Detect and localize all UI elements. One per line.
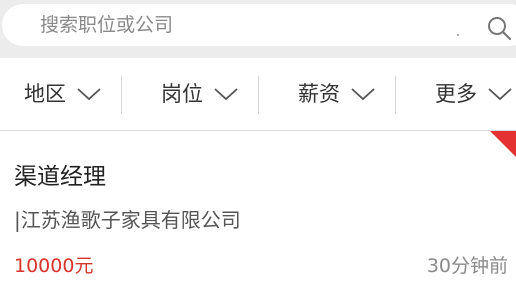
filter-bar: 地区 岗位 薪资 更多	[0, 58, 516, 131]
divider	[121, 76, 122, 114]
job-card[interactable]: 渠道经理 |江苏渔歌子家具有限公司 10000元 30分钟前	[0, 131, 516, 291]
chevron-down-icon	[77, 88, 101, 101]
filter-region[interactable]: 地区	[24, 58, 102, 130]
filter-label: 薪资	[298, 82, 340, 106]
filter-label: 地区	[24, 82, 66, 106]
filter-more[interactable]: 更多	[435, 58, 513, 130]
filter-salary[interactable]: 薪资	[298, 58, 376, 130]
salary: 10000元	[14, 255, 94, 277]
company-name: |江苏渔歌子家具有限公司	[14, 208, 241, 232]
divider	[258, 76, 259, 114]
posted-time: 30分钟前	[426, 255, 508, 277]
search-bar-area: 搜索职位或公司	[0, 0, 516, 58]
filter-label: 岗位	[161, 82, 203, 106]
search-dot	[457, 34, 459, 36]
search-input[interactable]: 搜索职位或公司	[2, 4, 516, 46]
divider	[395, 76, 396, 114]
chevron-down-icon	[488, 88, 512, 101]
chevron-down-icon	[214, 88, 238, 101]
chevron-down-icon	[351, 88, 375, 101]
corner-badge	[490, 131, 516, 157]
search-placeholder: 搜索职位或公司	[40, 14, 174, 36]
search-icon[interactable]	[486, 15, 512, 41]
filter-position[interactable]: 岗位	[161, 58, 239, 130]
filter-label: 更多	[435, 82, 477, 106]
job-title: 渠道经理	[14, 164, 106, 190]
